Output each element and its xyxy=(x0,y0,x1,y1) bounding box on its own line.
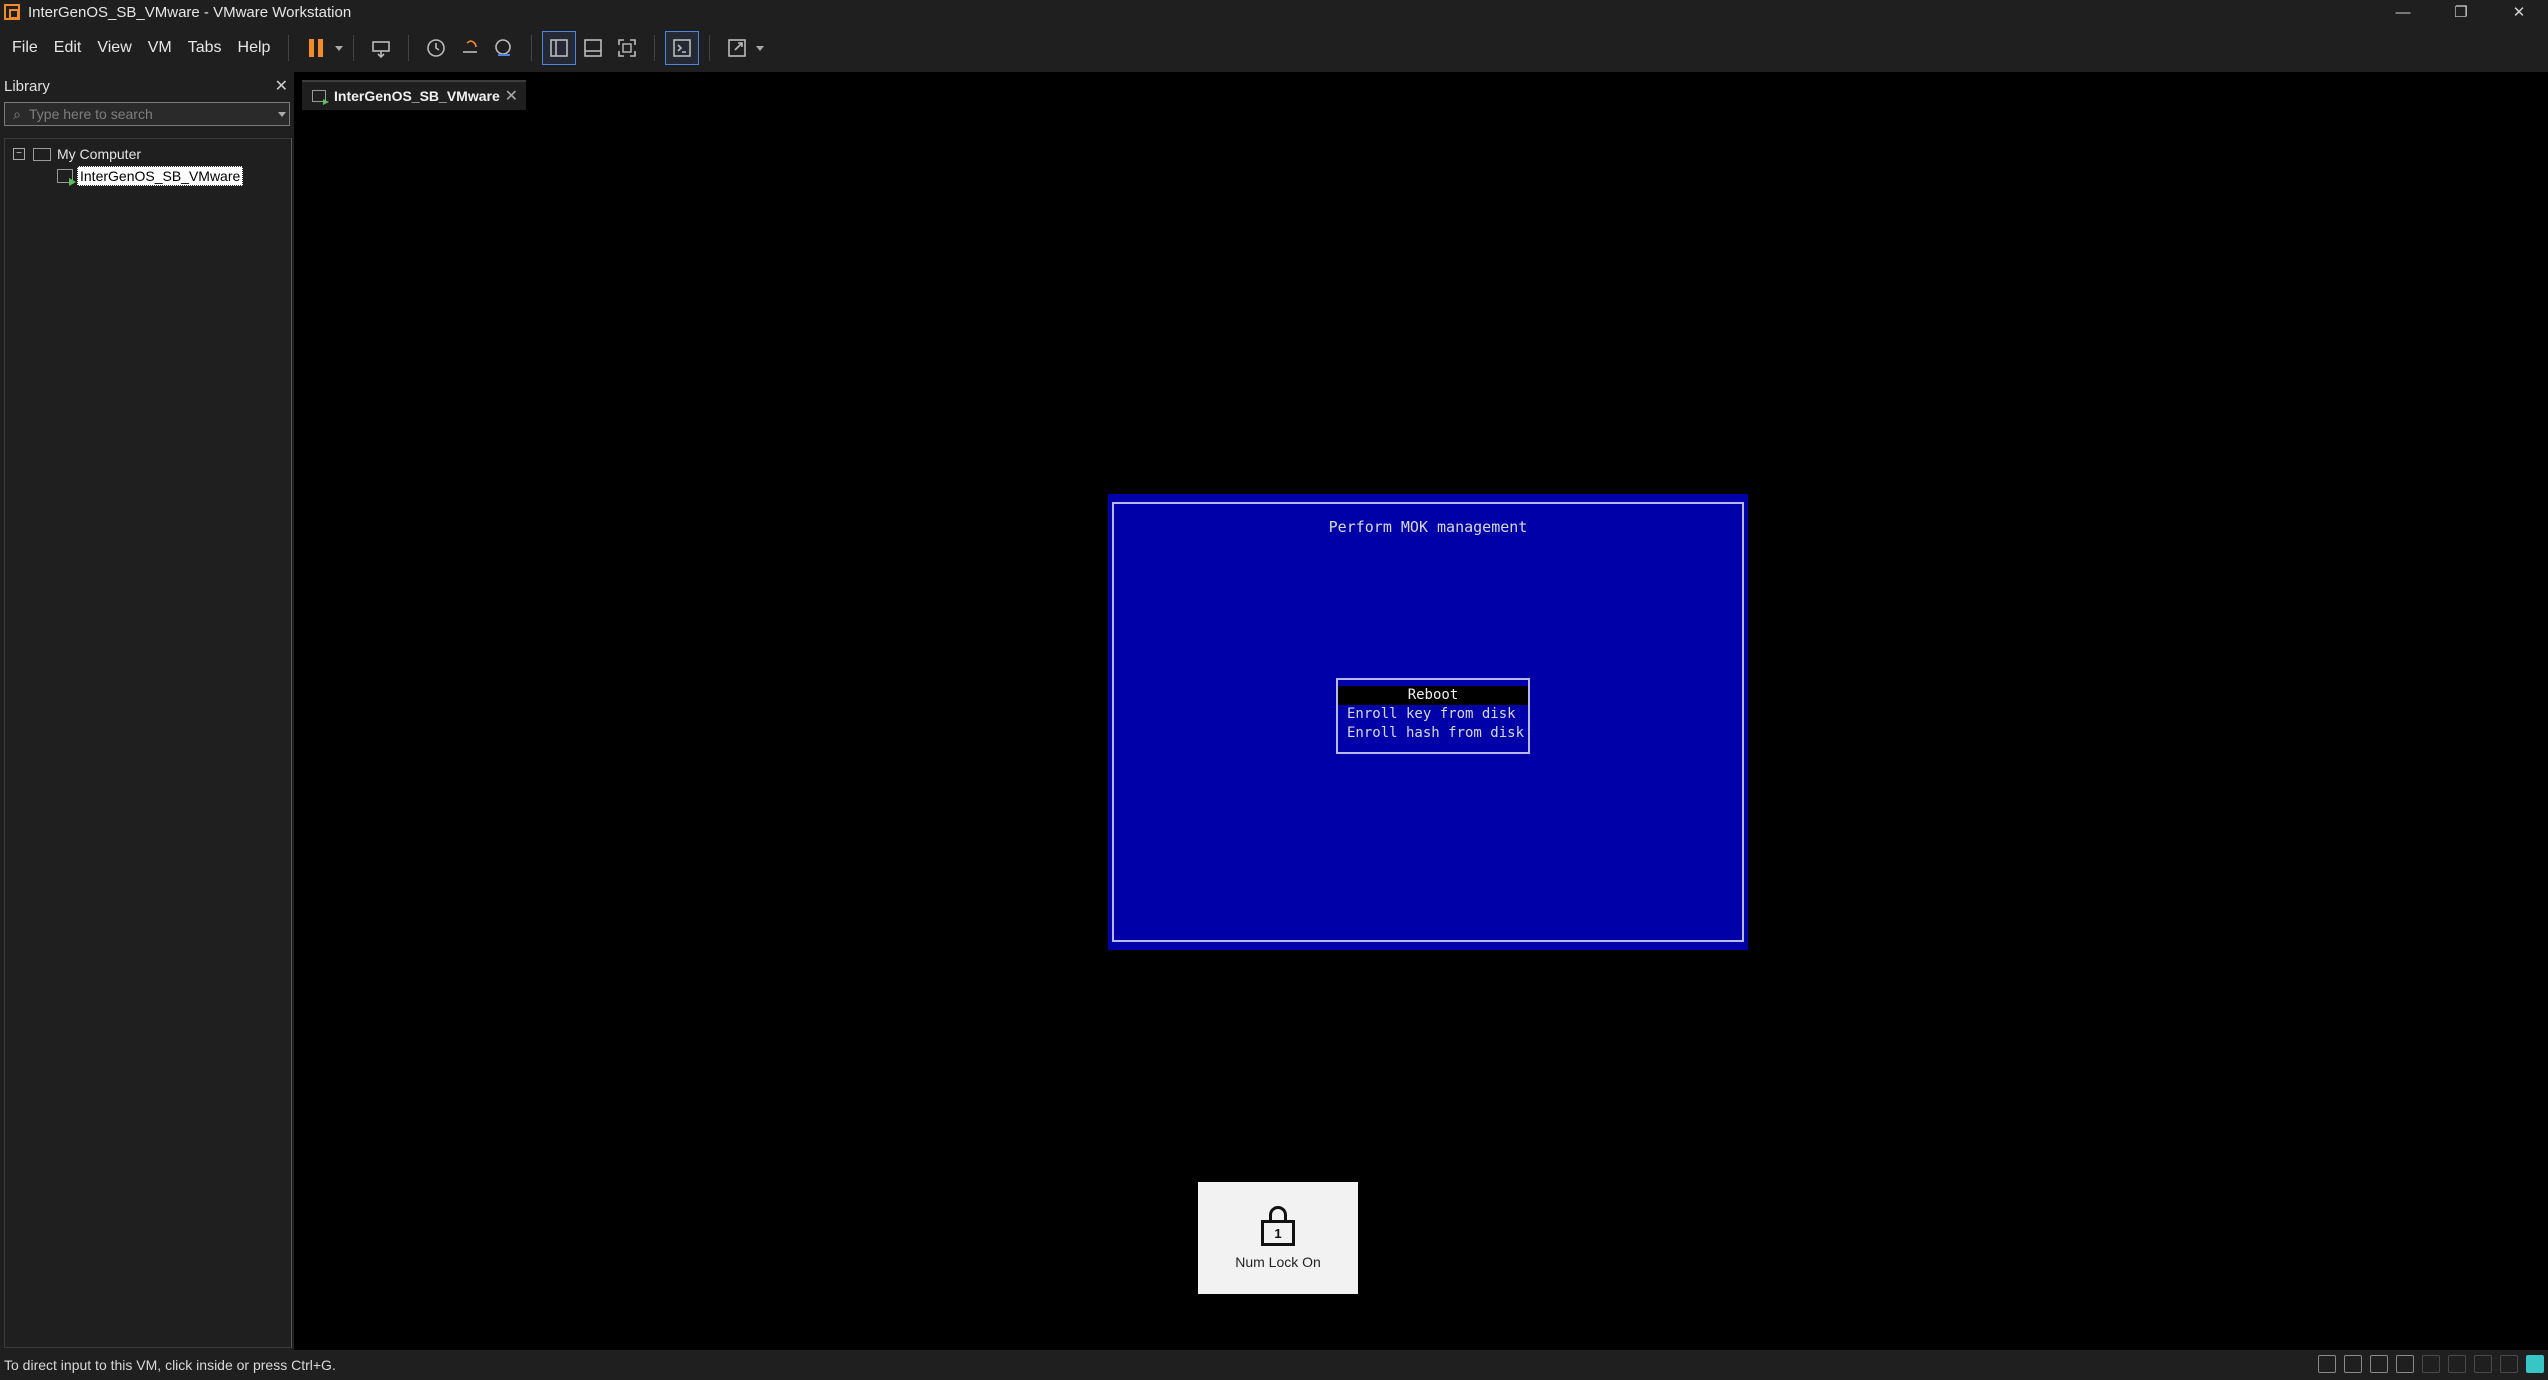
floppy-icon[interactable] xyxy=(2370,1355,2388,1373)
pause-icon xyxy=(309,39,324,57)
mok-management-screen: Perform MOK management Reboot Enroll key… xyxy=(1108,494,1748,950)
toolbar-separator xyxy=(709,35,711,61)
search-icon: ⌕ xyxy=(13,105,21,122)
cd-dvd-icon[interactable] xyxy=(2344,1355,2362,1373)
take-snapshot-button[interactable] xyxy=(419,31,453,65)
menu-view[interactable]: View xyxy=(89,32,139,64)
window-title: InterGenOS_SB_VMware - VMware Workstatio… xyxy=(28,3,352,21)
revert-snapshot-button[interactable] xyxy=(453,31,487,65)
title-bar: InterGenOS_SB_VMware - VMware Workstatio… xyxy=(0,0,2548,24)
sound-icon[interactable] xyxy=(2448,1355,2466,1373)
num-lock-notification: 1 Num Lock On xyxy=(1198,1182,1358,1294)
tab-vm[interactable]: InterGenOS_SB_VMware ✕ xyxy=(302,80,526,110)
library-panel: Library ✕ ⌕ − My Computer InterGenOS_SB_… xyxy=(0,72,294,1350)
usb-icon[interactable] xyxy=(2422,1355,2440,1373)
mok-menu: Reboot Enroll key from disk Enroll hash … xyxy=(1336,678,1530,754)
printer-icon[interactable] xyxy=(2474,1355,2492,1373)
mok-option-enroll-key[interactable]: Enroll key from disk xyxy=(1338,705,1528,724)
toolbar-separator xyxy=(408,35,410,61)
toolbar-separator xyxy=(654,35,656,61)
revert-snapshot-icon xyxy=(463,40,478,53)
library-header: Library ✕ xyxy=(0,72,294,100)
device-status-icons xyxy=(2318,1355,2544,1373)
show-library-button[interactable] xyxy=(542,31,577,65)
vm-running-icon xyxy=(57,169,76,186)
network-icon[interactable] xyxy=(2396,1355,2414,1373)
full-screen-button[interactable] xyxy=(610,31,644,65)
lock-number: 1 xyxy=(1261,1220,1295,1246)
menu-file[interactable]: File xyxy=(4,32,46,64)
window-controls: — ❐ ✕ xyxy=(2374,0,2548,24)
show-library-icon xyxy=(550,39,569,57)
search-dropdown[interactable] xyxy=(273,111,289,117)
menu-help[interactable]: Help xyxy=(230,32,279,64)
hard-disk-icon[interactable] xyxy=(2318,1355,2336,1373)
vmware-logo-icon xyxy=(4,4,20,20)
chevron-down-icon xyxy=(278,111,286,117)
stretch-dropdown-icon[interactable] xyxy=(756,45,765,51)
show-thumbnail-icon xyxy=(584,39,603,57)
vm-console[interactable]: Perform MOK management Reboot Enroll key… xyxy=(296,118,2548,1350)
show-thumbnail-bar-button[interactable] xyxy=(576,31,610,65)
collapse-icon[interactable]: − xyxy=(13,148,25,160)
full-screen-icon xyxy=(618,39,637,57)
display-icon[interactable] xyxy=(2500,1355,2518,1373)
tab-close-button[interactable]: ✕ xyxy=(505,86,518,106)
menu-toolbar: File Edit View VM Tabs Help xyxy=(0,24,2548,72)
library-tree: − My Computer InterGenOS_SB_VMware xyxy=(4,138,292,1348)
toolbar-separator xyxy=(353,35,355,61)
stretch-guest-icon xyxy=(728,39,747,57)
menu-vm[interactable]: VM xyxy=(140,32,180,64)
message-log-icon[interactable] xyxy=(2526,1355,2544,1373)
menu-tabs[interactable]: Tabs xyxy=(180,32,230,64)
mok-option-enroll-hash[interactable]: Enroll hash from disk xyxy=(1338,724,1528,743)
library-title: Library xyxy=(4,77,50,95)
status-text: To direct input to this VM, click inside… xyxy=(4,1357,336,1373)
tree-item-vm[interactable]: InterGenOS_SB_VMware xyxy=(5,165,291,187)
mok-option-reboot[interactable]: Reboot xyxy=(1338,686,1528,705)
send-ctrl-alt-del-button[interactable] xyxy=(364,31,398,65)
minimize-button[interactable]: — xyxy=(2374,0,2432,24)
snapshot-manager-icon xyxy=(495,39,512,56)
console-view-button[interactable] xyxy=(665,31,700,65)
library-close-button[interactable]: ✕ xyxy=(275,76,288,96)
tab-strip: InterGenOS_SB_VMware ✕ xyxy=(296,72,2548,118)
close-window-button[interactable]: ✕ xyxy=(2490,0,2548,24)
stretch-guest-button[interactable] xyxy=(720,31,754,65)
mok-frame: Perform MOK management Reboot Enroll key… xyxy=(1112,502,1744,942)
num-lock-text: Num Lock On xyxy=(1235,1254,1321,1270)
mok-title: Perform MOK management xyxy=(1328,518,1528,536)
status-bar: To direct input to this VM, click inside… xyxy=(0,1350,2548,1380)
toolbar-separator xyxy=(288,35,290,61)
vm-tab-icon xyxy=(312,90,329,105)
snapshot-manager-button[interactable] xyxy=(487,31,521,65)
snapshot-icon xyxy=(427,39,446,57)
tab-label: InterGenOS_SB_VMware xyxy=(334,88,500,104)
library-search-input[interactable] xyxy=(29,106,273,122)
tree-label-vm: InterGenOS_SB_VMware xyxy=(77,166,244,186)
library-search: ⌕ xyxy=(4,102,290,126)
tree-item-my-computer[interactable]: − My Computer xyxy=(5,143,291,165)
toolbar-separator xyxy=(531,35,533,61)
send-ctrl-alt-del-icon xyxy=(372,41,391,59)
console-view-icon xyxy=(673,39,692,57)
restore-button[interactable]: ❐ xyxy=(2432,0,2490,24)
pause-dropdown-icon[interactable] xyxy=(335,45,344,51)
tree-label-my-computer: My Computer xyxy=(57,146,142,162)
menu-edit[interactable]: Edit xyxy=(46,32,90,64)
lock-icon: 1 xyxy=(1261,1206,1295,1248)
computer-icon xyxy=(33,147,51,161)
pause-button[interactable] xyxy=(299,31,333,65)
